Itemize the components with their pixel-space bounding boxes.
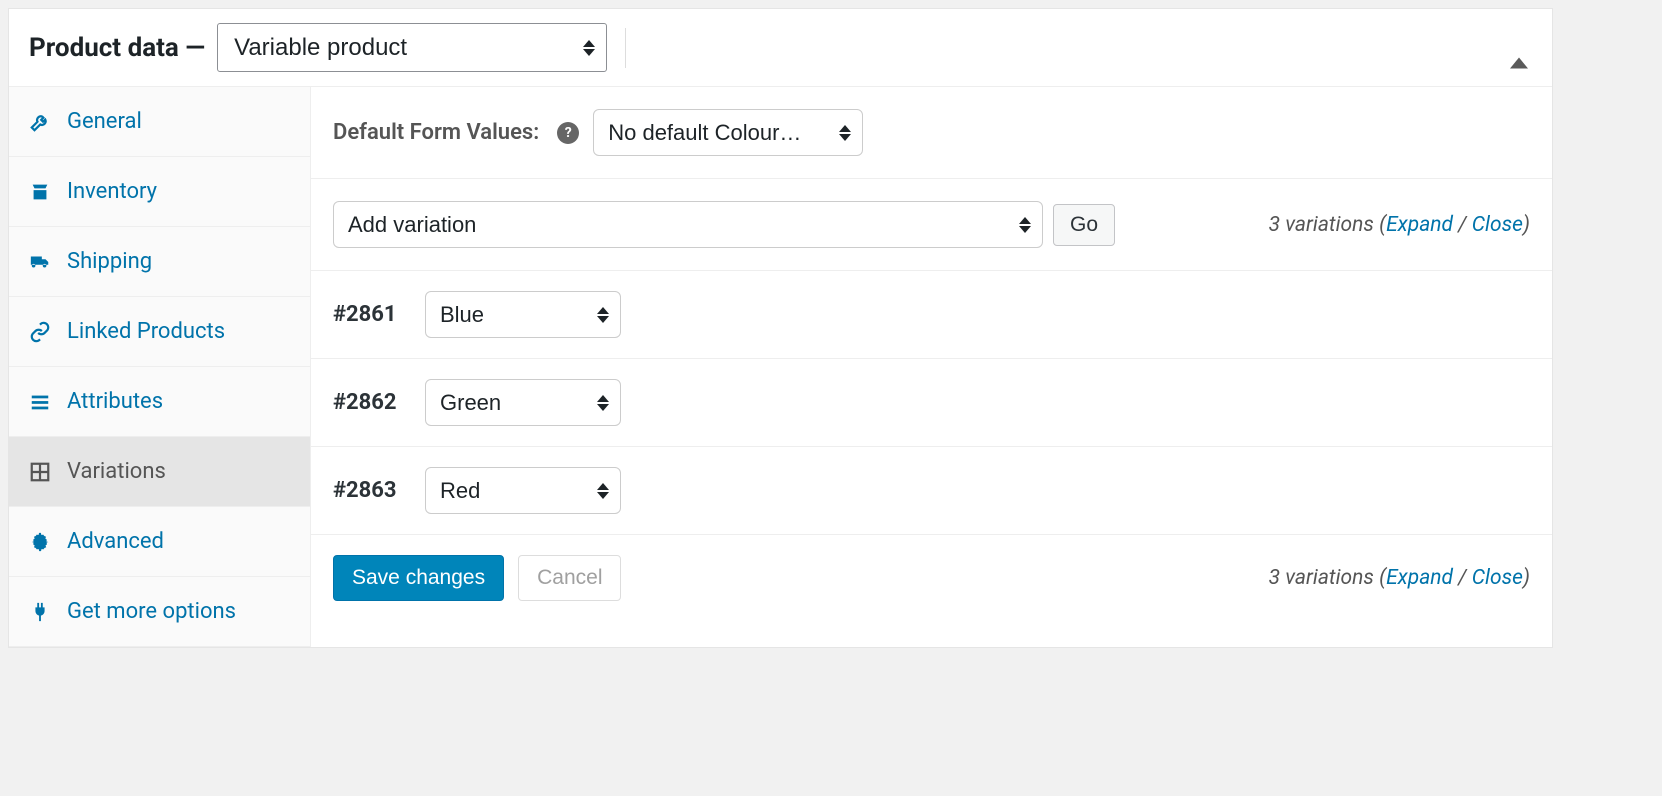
wrench-icon xyxy=(27,111,53,133)
go-button[interactable]: Go xyxy=(1053,204,1115,246)
sidebar-tab-advanced[interactable]: Advanced xyxy=(9,507,310,577)
sidebar-tab-attributes[interactable]: Attributes xyxy=(9,367,310,437)
tab-label: Linked Products xyxy=(67,319,225,344)
truck-icon xyxy=(27,251,53,273)
variation-colour-select[interactable]: Green xyxy=(425,379,621,426)
default-form-values-label: Default Form Values: xyxy=(333,120,539,145)
default-form-values-row: Default Form Values: ? No default Colour… xyxy=(311,87,1552,179)
variation-colour-select[interactable]: Red xyxy=(425,467,621,514)
close-link[interactable]: Close xyxy=(1472,213,1523,237)
default-colour-select[interactable]: No default Colour… xyxy=(593,109,863,156)
variations-status-bottom: 3 variations (Expand / Close) xyxy=(1269,566,1530,590)
product-data-panel: Product data — Variable product General xyxy=(8,8,1553,648)
expand-link[interactable]: Expand xyxy=(1386,213,1453,237)
variations-content: Default Form Values: ? No default Colour… xyxy=(311,87,1552,647)
sidebar-tab-variations[interactable]: Variations xyxy=(9,437,310,507)
product-type-select-wrap: Variable product xyxy=(217,23,607,72)
bulk-actions-row: Add variation Go 3 variations (Expand / … xyxy=(311,179,1552,271)
triangle-up-icon xyxy=(1510,38,1528,68)
product-type-select[interactable]: Variable product xyxy=(217,23,607,72)
variation-colour-select[interactable]: Blue xyxy=(425,291,621,338)
sidebar-tab-get-more-options[interactable]: Get more options xyxy=(9,577,310,647)
cancel-button[interactable]: Cancel xyxy=(518,555,621,601)
panel-title: Product data — xyxy=(29,33,205,63)
bulk-action-select[interactable]: Add variation xyxy=(333,201,1043,248)
sidebar: General Inventory Shipping Linked Produc… xyxy=(9,87,311,647)
variations-status-top: 3 variations (Expand / Close) xyxy=(1269,213,1530,237)
list-icon xyxy=(27,391,53,413)
expand-link[interactable]: Expand xyxy=(1386,566,1453,590)
variations-count: 3 variations xyxy=(1269,213,1374,237)
variation-id: #2862 xyxy=(333,390,413,415)
sidebar-tab-shipping[interactable]: Shipping xyxy=(9,227,310,297)
tab-label: Inventory xyxy=(67,179,157,204)
panel-collapse-toggle[interactable] xyxy=(1510,38,1528,57)
plug-icon xyxy=(27,601,53,623)
variation-row[interactable]: #2862 Green xyxy=(311,359,1552,447)
variation-row[interactable]: #2863 Red xyxy=(311,447,1552,535)
tab-label: General xyxy=(67,109,142,134)
tab-label: Shipping xyxy=(67,249,152,274)
gear-icon xyxy=(27,531,53,553)
tab-label: Variations xyxy=(67,459,166,484)
sidebar-tab-linked-products[interactable]: Linked Products xyxy=(9,297,310,367)
save-changes-button[interactable]: Save changes xyxy=(333,555,504,601)
sidebar-tab-inventory[interactable]: Inventory xyxy=(9,157,310,227)
tab-label: Advanced xyxy=(67,529,164,554)
header-divider xyxy=(625,28,626,68)
variation-id: #2861 xyxy=(333,302,413,327)
tab-label: Attributes xyxy=(67,389,163,414)
variation-row[interactable]: #2861 Blue xyxy=(311,271,1552,359)
panel-header: Product data — Variable product xyxy=(9,9,1552,86)
footer-row: Save changes Cancel 3 variations (Expand… xyxy=(311,535,1552,621)
variation-id: #2863 xyxy=(333,478,413,503)
grid-icon xyxy=(27,461,53,483)
panel-body: General Inventory Shipping Linked Produc… xyxy=(9,86,1552,647)
sidebar-tab-general[interactable]: General xyxy=(9,87,310,157)
inventory-icon xyxy=(27,181,53,203)
link-icon xyxy=(27,321,53,343)
tab-label: Get more options xyxy=(67,599,236,624)
close-link[interactable]: Close xyxy=(1472,566,1523,590)
variations-count: 3 variations xyxy=(1269,566,1374,590)
help-icon[interactable]: ? xyxy=(557,122,579,144)
